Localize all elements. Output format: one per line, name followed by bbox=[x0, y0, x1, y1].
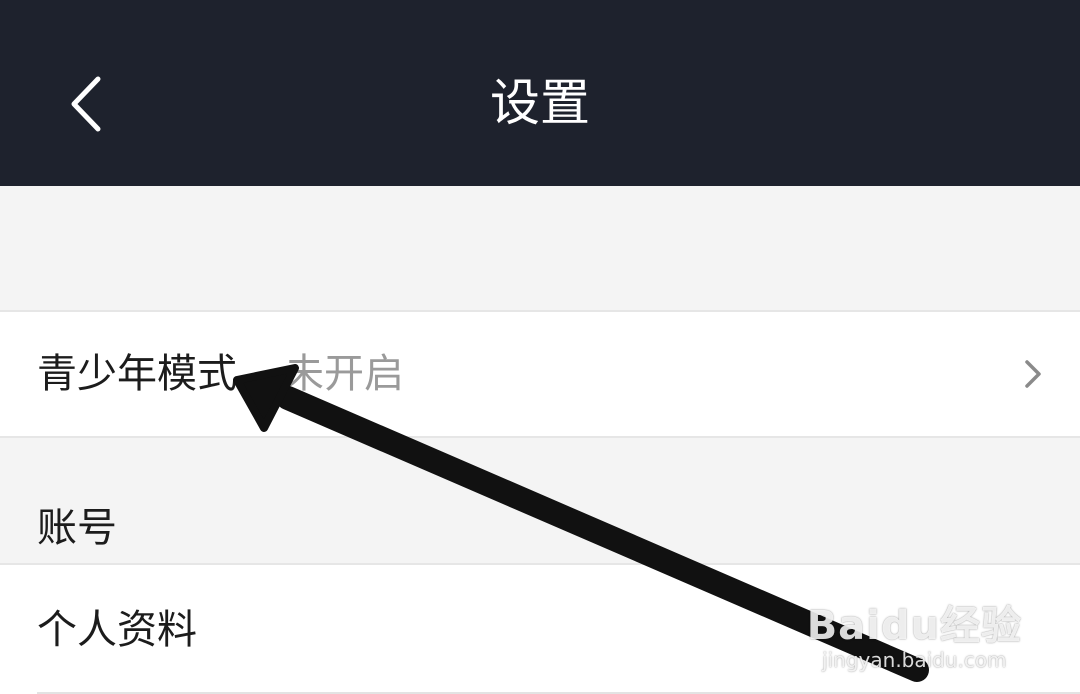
page-title: 设置 bbox=[490, 74, 590, 132]
watermark-brand: Baidu经验 bbox=[806, 603, 1022, 649]
watermark-url: jingyan.baidu.com bbox=[822, 648, 1007, 672]
chevron-right-icon bbox=[1025, 360, 1041, 388]
teen-mode-row[interactable]: 青少年模式 未开启 bbox=[0, 310, 1080, 438]
account-section-title: 账号 bbox=[37, 505, 117, 551]
profile-label: 个人资料 bbox=[37, 607, 197, 653]
top-nav-bar: 设置 bbox=[0, 0, 1080, 186]
teen-mode-status: 未开启 bbox=[284, 351, 404, 397]
teen-mode-label: 青少年模式 bbox=[37, 351, 237, 397]
baidu-watermark: Baidu经验 jingyan.baidu.com bbox=[807, 604, 1022, 672]
